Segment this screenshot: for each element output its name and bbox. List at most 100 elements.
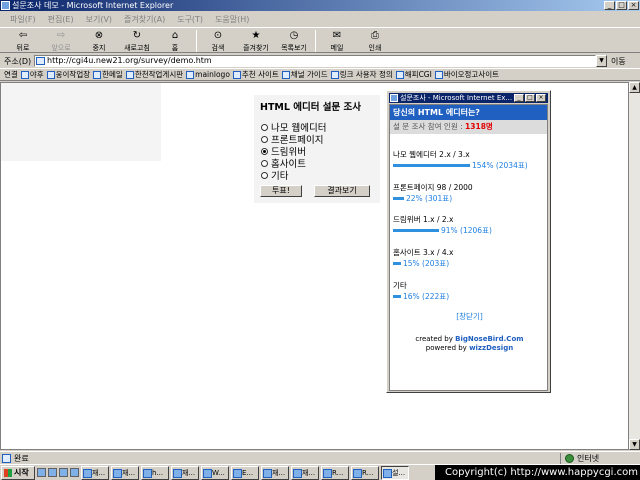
survey-title: HTML 에디터 설문 조사: [260, 102, 362, 113]
popup-titlebar[interactable]: 설문조사 - Microsoft Internet Ex... _ □ ×: [389, 93, 548, 103]
home-icon: ⌂: [171, 30, 179, 41]
minimize-button[interactable]: _: [604, 1, 615, 10]
quicklaunch-desktop-icon[interactable]: [37, 468, 46, 477]
menu-help[interactable]: 도움말(H): [215, 14, 249, 25]
quicklaunch-ie-icon[interactable]: [48, 468, 57, 477]
participant-count-value: 1318명: [465, 122, 493, 131]
stop-icon: ⊗: [94, 30, 104, 41]
links-bar: 연결 야후 웅이작업장 한메일 한천작업게시판 mainlogo 추천 사이트 …: [0, 68, 640, 81]
link-bio-site[interactable]: 바이오정고사이트: [434, 69, 499, 80]
page-icon: [93, 70, 102, 79]
vote-button[interactable]: 투표!: [260, 185, 302, 197]
view-results-button[interactable]: 결과보기: [314, 185, 370, 197]
address-input[interactable]: http://cgi4u.new21.org/survey/demo.htm: [34, 55, 596, 67]
taskbar-button[interactable]: 재...: [111, 465, 139, 480]
window-titlebar[interactable]: 설문조사 데모 - Microsoft Internet Explorer _ …: [0, 0, 640, 11]
internet-globe-icon: [565, 454, 574, 463]
page-icon: [20, 70, 29, 79]
refresh-icon: ↻: [132, 30, 142, 41]
taskbar-button[interactable]: R...: [351, 465, 379, 480]
taskbar-button[interactable]: h...: [141, 465, 169, 480]
status-bar: 완료 인터넷: [0, 451, 640, 464]
menu-edit[interactable]: 편집(E): [48, 14, 74, 25]
history-icon: ◷: [289, 30, 299, 41]
taskbar-button[interactable]: R...: [321, 465, 349, 480]
link-customize-links[interactable]: 링크 사용자 정의: [330, 69, 393, 80]
link-recommended-sites[interactable]: 추천 사이트: [232, 69, 279, 80]
search-icon: ⊙: [213, 30, 223, 41]
taskbar-button[interactable]: W...: [201, 465, 229, 480]
toolbar-separator: [315, 30, 316, 52]
page-icon: [36, 57, 45, 65]
page-done-icon: [2, 453, 11, 463]
menu-file[interactable]: 파일(F): [10, 14, 36, 25]
scroll-down-button[interactable]: ▼: [629, 439, 640, 450]
go-button[interactable]: 이동: [611, 56, 626, 67]
refresh-button[interactable]: ↻ 새로고침: [118, 28, 156, 53]
address-dropdown-button[interactable]: ▼: [596, 55, 607, 67]
vertical-scrollbar[interactable]: ▲ ▼: [629, 82, 640, 450]
taskbar-button[interactable]: E...: [231, 465, 259, 480]
result-item: 드림위버 1.x / 2.x 91% (1206표): [393, 215, 492, 235]
popup-maximize-button[interactable]: □: [525, 94, 535, 102]
quicklaunch-app-icon[interactable]: [70, 468, 79, 477]
link-workshop[interactable]: 웅이작업장: [46, 69, 90, 80]
page-icon: [281, 70, 290, 79]
menu-view[interactable]: 보기(V): [86, 14, 112, 25]
placeholder-panel: [1, 83, 161, 161]
menu-favorites[interactable]: 즐겨찾기(A): [124, 14, 165, 25]
menu-tools[interactable]: 도구(T): [177, 14, 203, 25]
option-other[interactable]: 기타: [261, 169, 376, 182]
links-label: 연결: [4, 70, 18, 79]
link-channel-guide[interactable]: 채널 가이드: [281, 69, 328, 80]
stop-button[interactable]: ⊗ 중지: [80, 28, 118, 53]
credits: created by BigNoseBird.Com powered by wi…: [415, 335, 524, 352]
link-mainlogo[interactable]: mainlogo: [186, 70, 230, 79]
search-button[interactable]: ⊙ 검색: [199, 28, 237, 53]
powered-by-link[interactable]: wizzDesign: [469, 344, 513, 352]
favorites-button[interactable]: ★ 즐겨찾기: [237, 28, 275, 53]
taskbar-button-active[interactable]: 설...: [381, 465, 409, 480]
link-yahoo[interactable]: 야후: [20, 69, 44, 80]
popup-minimize-button[interactable]: _: [514, 94, 524, 102]
home-button[interactable]: ⌂ 홈: [156, 28, 194, 53]
taskbar-button[interactable]: 재...: [261, 465, 289, 480]
link-board[interactable]: 한천작업게시판: [125, 69, 183, 80]
toolbar-separator: [196, 30, 197, 52]
print-button[interactable]: ⎙ 인쇄: [356, 28, 394, 53]
quicklaunch-mail-icon[interactable]: [59, 468, 68, 477]
taskbar-button[interactable]: 재...: [81, 465, 109, 480]
mail-button[interactable]: ✉ 메일: [318, 28, 356, 53]
window-title: 설문조사 데모 - Microsoft Internet Explorer: [12, 1, 174, 10]
creator-link[interactable]: BigNoseBird.Com: [455, 335, 523, 343]
windows-logo-icon: [4, 468, 12, 477]
result-item: 프론트페이지 98 / 2000 22% (301표): [393, 183, 473, 203]
link-hanmail[interactable]: 한메일: [93, 69, 123, 80]
close-window-link[interactable]: [창닫기]: [390, 311, 547, 322]
start-button[interactable]: 시작: [1, 465, 35, 480]
radio-other[interactable]: [261, 171, 268, 179]
address-bar: 주소(D) http://cgi4u.new21.org/survey/demo…: [0, 54, 640, 68]
radio-dreamweaver[interactable]: [261, 147, 268, 155]
taskbar-button[interactable]: 재...: [171, 465, 199, 480]
taskbar-button[interactable]: 재...: [291, 465, 319, 480]
result-bar: [393, 294, 401, 298]
page-icon: [434, 70, 443, 79]
result-bar: [393, 261, 401, 265]
maximize-button[interactable]: □: [616, 1, 627, 10]
close-button[interactable]: ×: [628, 1, 639, 10]
link-happycgi[interactable]: 해피CGI: [395, 69, 432, 80]
popup-close-button[interactable]: ×: [536, 94, 546, 102]
radio-namo[interactable]: [261, 123, 268, 131]
security-zone: 인터넷: [560, 453, 599, 464]
radio-frontpage[interactable]: [261, 135, 268, 143]
forward-arrow-icon: ⇨: [56, 30, 66, 41]
page-icon: [125, 70, 134, 79]
address-label: 주소(D): [4, 56, 32, 66]
history-button[interactable]: ◷ 목록보기: [275, 28, 313, 53]
result-item: 나모 웹에디터 2.x / 3.x 154% (2034표): [393, 150, 528, 170]
forward-button[interactable]: ⇨ 앞으로: [42, 28, 80, 53]
scroll-up-button[interactable]: ▲: [629, 82, 640, 93]
radio-homesite[interactable]: [261, 159, 268, 167]
back-button[interactable]: ⇦ 뒤로: [4, 28, 42, 53]
